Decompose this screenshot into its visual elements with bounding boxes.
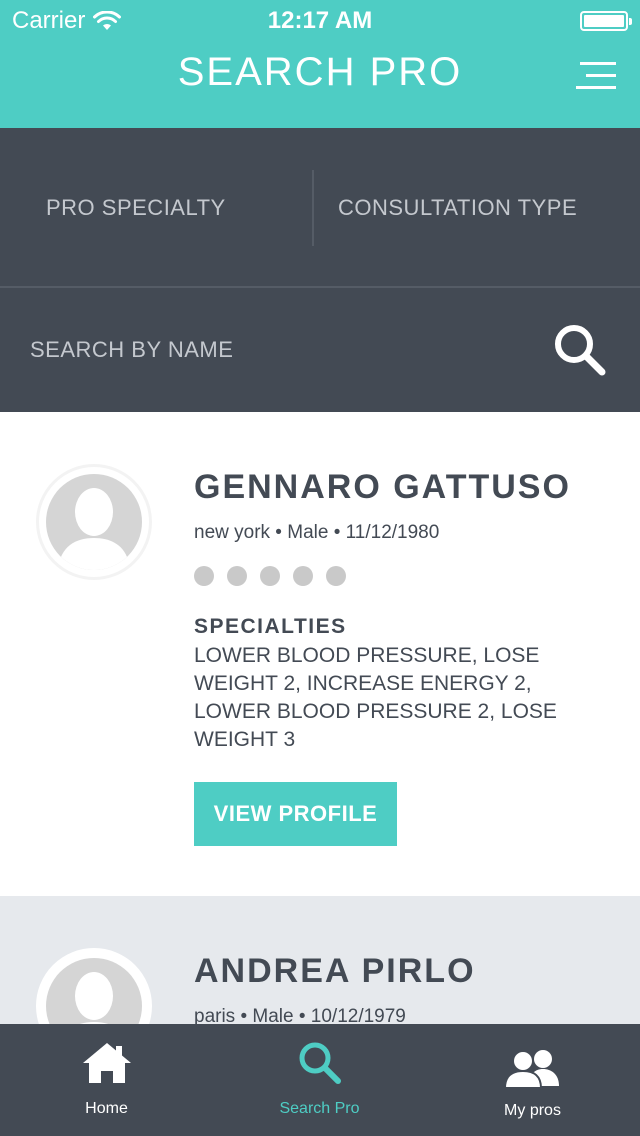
filter-divider bbox=[312, 170, 314, 246]
app-header: Carrier 12:17 AM SEARCH PRO bbox=[0, 0, 640, 128]
search-filters: PRO SPECIALTY CONSULTATION TYPE bbox=[0, 128, 640, 412]
pro-details: paris • Male • 10/12/1979 bbox=[194, 1006, 406, 1024]
rating-dot bbox=[293, 566, 313, 586]
tab-my-pros-label: My pros bbox=[504, 1102, 561, 1119]
tab-home-label: Home bbox=[85, 1100, 128, 1117]
person-placeholder-icon bbox=[58, 488, 130, 570]
filter-row: PRO SPECIALTY CONSULTATION TYPE bbox=[0, 128, 640, 288]
rating-dot bbox=[326, 566, 346, 586]
pro-name: GENNARO GATTUSO bbox=[194, 468, 571, 506]
pro-specialty-filter[interactable]: PRO SPECIALTY bbox=[46, 128, 226, 288]
users-icon bbox=[503, 1050, 559, 1088]
specialties-list: LOWER BLOOD PRESSURE, LOSE WEIGHT 2, INC… bbox=[194, 644, 557, 751]
battery-icon bbox=[580, 11, 632, 31]
tab-my-pros[interactable]: My pros bbox=[426, 1024, 639, 1136]
hamburger-menu-icon[interactable] bbox=[576, 60, 616, 90]
consultation-type-filter[interactable]: CONSULTATION TYPE bbox=[338, 128, 577, 288]
person-placeholder-icon bbox=[75, 972, 113, 1024]
pro-card: ANDREA PIRLO paris • Male • 10/12/1979 bbox=[0, 896, 640, 1024]
rating-dots bbox=[194, 566, 346, 586]
specialties-heading: SPECIALTIES bbox=[194, 615, 347, 638]
home-icon bbox=[82, 1043, 131, 1083]
search-icon bbox=[299, 1042, 341, 1084]
tab-bar: Home Search Pro My pros bbox=[0, 1024, 640, 1136]
pro-details: new york • Male • 11/12/1980 bbox=[194, 522, 440, 543]
avatar bbox=[36, 464, 152, 580]
avatar bbox=[36, 948, 152, 1024]
search-by-name-input[interactable] bbox=[30, 326, 510, 374]
rating-dot bbox=[260, 566, 280, 586]
tab-search-pro[interactable]: Search Pro bbox=[213, 1024, 426, 1136]
tab-search-pro-label: Search Pro bbox=[279, 1100, 360, 1117]
pro-name: ANDREA PIRLO bbox=[194, 952, 476, 990]
rating-dot bbox=[227, 566, 247, 586]
status-time: 12:17 AM bbox=[267, 7, 373, 34]
search-row bbox=[0, 290, 640, 412]
page-title: SEARCH PRO bbox=[177, 50, 463, 94]
status-bar: Carrier 12:17 AM bbox=[0, 0, 640, 40]
rating-dot bbox=[194, 566, 214, 586]
view-profile-button[interactable]: VIEW PROFILE bbox=[194, 782, 397, 846]
tab-home[interactable]: Home bbox=[0, 1024, 213, 1136]
pro-card: GENNARO GATTUSO new york • Male • 11/12/… bbox=[0, 412, 640, 896]
search-icon[interactable] bbox=[552, 322, 608, 378]
